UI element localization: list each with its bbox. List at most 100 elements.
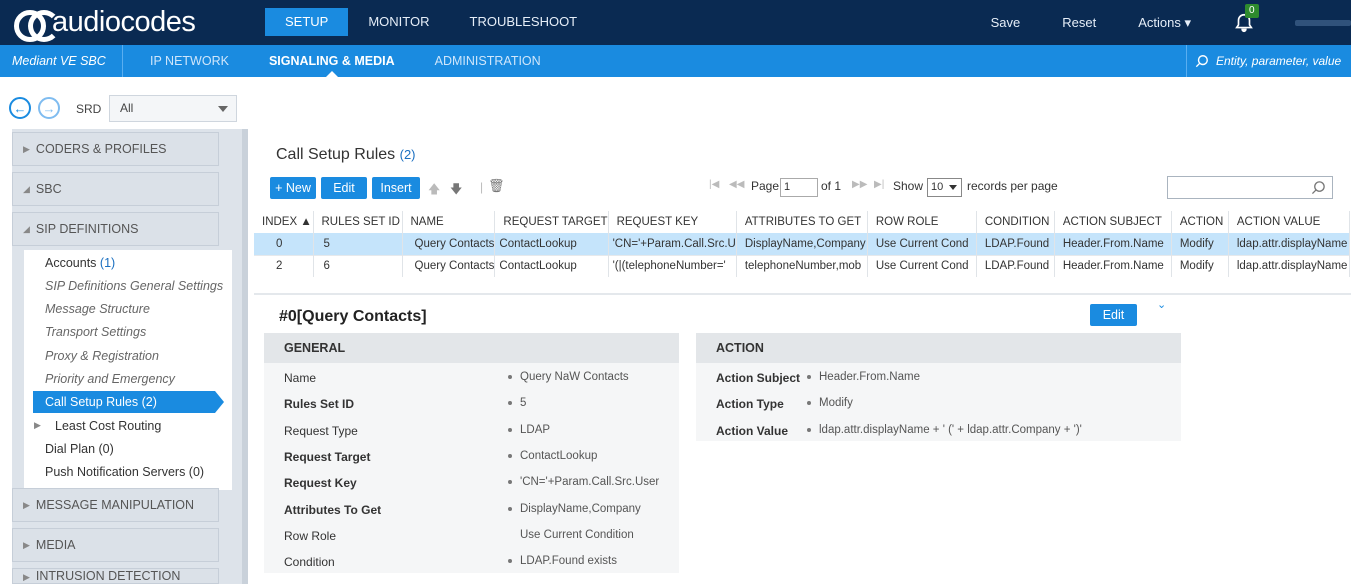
table-search-input[interactable] — [1167, 176, 1333, 199]
col-action-value[interactable]: ACTION VALUE — [1228, 211, 1350, 233]
section-label: CODERS & PROFILES — [35, 142, 167, 156]
col-condition[interactable]: CONDITION — [976, 211, 1055, 233]
nav-item-dial-plan[interactable]: Dial Plan (0) — [45, 442, 114, 456]
search-icon — [1195, 55, 1208, 68]
user-menu[interactable] — [1295, 19, 1351, 26]
search-icon — [1311, 181, 1325, 195]
field-label-row-role: Row Role — [284, 529, 337, 543]
detail-edit-button[interactable]: Edit — [1090, 304, 1137, 326]
actions-menu[interactable]: Actions ▾ — [1138, 15, 1191, 31]
nav-section-coders-profiles[interactable]: ▶ CODERS & PROFILES — [12, 132, 219, 166]
field-value-request-key: 'CN='+Param.Call.Src.User — [508, 476, 659, 488]
global-search[interactable]: Entity, parameter, value — [1186, 45, 1351, 77]
trash-icon[interactable]: 🗑 — [488, 178, 505, 194]
table-cell: LDAP.Found — [976, 254, 1055, 277]
table-cell: LDAP.Found — [976, 233, 1055, 255]
nav-section-sbc[interactable]: ◢ SBC — [12, 172, 219, 206]
field-value-action-value: ldap.attr.displayName + ' (' + ldap.attr… — [807, 424, 1082, 436]
move-up-icon[interactable]: 🡅 — [428, 180, 440, 201]
notifications-bell[interactable]: 0 — [1233, 3, 1259, 34]
new-button[interactable]: + New — [270, 177, 316, 199]
tab-troubleshoot[interactable]: TROUBLESHOOT — [450, 8, 598, 36]
col-request-key[interactable]: REQUEST KEY — [608, 211, 737, 233]
srd-label: SRD — [76, 102, 102, 116]
nav-section-intrusion-detection[interactable]: ▶ INTRUSION DETECTION — [12, 568, 219, 584]
logo-mark-icon — [14, 9, 60, 42]
first-page-icon[interactable]: |◀ — [709, 179, 719, 190]
nav-item-message-structure[interactable]: Message Structure — [45, 302, 150, 316]
nav-item-proxy-registration[interactable]: Proxy & Registration — [45, 349, 159, 363]
nav-item-push-notification-servers[interactable]: Push Notification Servers (0) — [45, 465, 204, 479]
field-label-request-type: Request Type — [284, 424, 358, 438]
tab-administration[interactable]: ADMINISTRATION — [415, 45, 561, 77]
table-cell: ContactLookup — [494, 233, 609, 255]
col-action[interactable]: ACTION — [1171, 211, 1229, 233]
table-cell: 6 — [313, 254, 403, 277]
caret-down-icon — [218, 106, 228, 112]
nav-item-count: (1) — [99, 256, 116, 270]
table-cell: DisplayName,Company — [736, 233, 868, 255]
section-label: INTRUSION DETECTION — [35, 569, 181, 583]
tab-signaling-media[interactable]: SIGNALING & MEDIA — [249, 45, 415, 77]
tab-setup[interactable]: SETUP — [265, 8, 349, 36]
page-title-text: Call Setup Rules — [276, 146, 396, 163]
table-row[interactable]: 2 6 Query Contacts ContactLookup '(|(tel… — [254, 254, 1350, 277]
col-request-target[interactable]: REQUEST TARGET — [494, 211, 609, 233]
table-row[interactable]: 0 5 Query Contacts ContactLookup 'CN='+P… — [254, 233, 1350, 255]
nav-section-message-manipulation[interactable]: ▶ MESSAGE MANIPULATION — [12, 488, 219, 522]
col-index[interactable]: INDEX ▲ — [254, 211, 314, 233]
arrow-left-icon: ← — [13, 100, 27, 116]
field-value-condition: LDAP.Found exists — [508, 555, 617, 567]
tab-ip-network[interactable]: IP NETWORK — [130, 45, 249, 77]
records-per-page-select[interactable]: 10 — [927, 178, 962, 197]
field-label-request-target: Request Target — [284, 450, 371, 464]
page-number-input[interactable]: 1 — [780, 178, 818, 197]
col-action-subject[interactable]: ACTION SUBJECT — [1054, 211, 1172, 233]
insert-button[interactable]: Insert — [372, 177, 420, 199]
col-name[interactable]: NAME — [402, 211, 496, 233]
col-rules-set-id[interactable]: RULES SET ID — [313, 211, 403, 233]
nav-item-least-cost-routing[interactable]: ▶ Least Cost Routing — [34, 419, 161, 433]
forward-button[interactable]: → — [38, 97, 60, 119]
prev-page-icon[interactable]: ◀◀ — [729, 179, 744, 190]
last-page-icon[interactable]: ▶| — [874, 179, 884, 190]
next-page-icon[interactable]: ▶▶ — [852, 179, 867, 190]
table-cell: ContactLookup — [494, 254, 609, 277]
nav-section-sip-definitions[interactable]: ◢ SIP DEFINITIONS — [12, 212, 219, 246]
triangle-right-icon: ▶ — [34, 420, 41, 430]
triangle-down-icon: ◢ — [23, 223, 30, 234]
edit-button[interactable]: Edit — [321, 177, 367, 199]
rules-table: INDEX ▲ RULES SET ID NAME REQUEST TARGET… — [254, 211, 1350, 277]
triangle-down-icon: ◢ — [23, 183, 30, 194]
field-value-action-subject: Header.From.Name — [807, 371, 920, 383]
srd-select[interactable]: All — [109, 95, 237, 122]
reset-button[interactable]: Reset — [1062, 15, 1096, 30]
page-title-count: (2) — [399, 147, 416, 162]
nav-item-call-setup-rules[interactable]: Call Setup Rules (2) — [33, 391, 224, 413]
tab-monitor[interactable]: MONITOR — [348, 8, 449, 36]
table-cell: ldap.attr.displayName — [1228, 233, 1350, 255]
nav-section-media[interactable]: ▶ MEDIA — [12, 528, 219, 562]
sub-bar-divider — [122, 45, 123, 77]
toolbar-divider: | — [480, 180, 484, 194]
col-row-role[interactable]: ROW ROLE — [867, 211, 977, 233]
chevron-down-icon[interactable]: ⌄ — [1157, 298, 1166, 311]
nav-item-label: Accounts — [45, 256, 97, 270]
back-button[interactable]: ← — [9, 97, 31, 119]
device-name: Mediant VE SBC — [12, 54, 106, 68]
action-panel-header: ACTION — [696, 333, 1181, 363]
logo-text: audiocodes — [52, 5, 196, 38]
nav-item-sip-general-settings[interactable]: SIP Definitions General Settings — [45, 279, 223, 293]
table-cell: telephoneNumber,mob — [736, 254, 868, 277]
table-cell: 5 — [313, 233, 403, 255]
nav-item-priority-emergency[interactable]: Priority and Emergency — [45, 372, 175, 386]
left-nav-scrollbar[interactable] — [242, 129, 248, 584]
audiocodes-logo[interactable]: audiocodes — [14, 5, 196, 42]
col-attributes-to-get[interactable]: ATTRIBUTES TO GET — [736, 211, 868, 233]
move-down-icon[interactable]: 🡇 — [450, 180, 462, 201]
field-label-request-key: Request Key — [284, 476, 357, 490]
nav-item-accounts[interactable]: Accounts (1) — [45, 256, 115, 270]
section-label: MESSAGE MANIPULATION — [35, 498, 195, 512]
nav-item-transport-settings[interactable]: Transport Settings — [45, 325, 146, 339]
save-button[interactable]: Save — [991, 15, 1021, 30]
